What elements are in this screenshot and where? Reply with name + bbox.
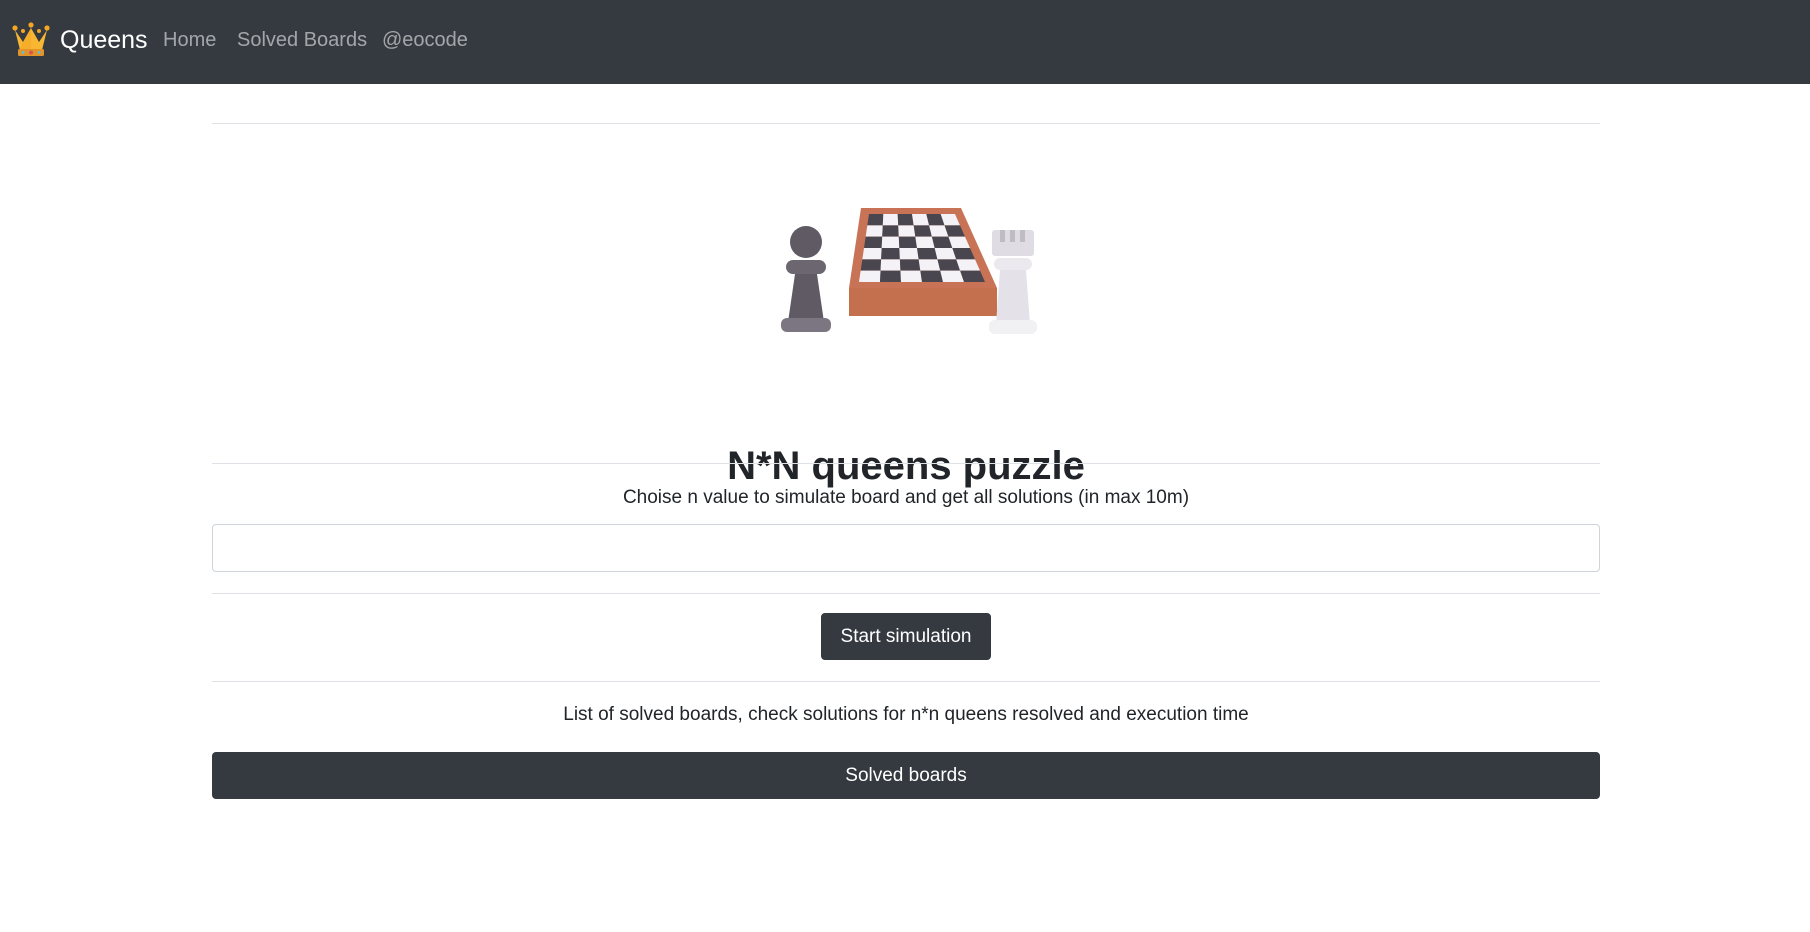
chessboard bbox=[849, 208, 997, 316]
board-square bbox=[867, 214, 884, 226]
navbar: Queens Home Solved Boards @eocode bbox=[0, 0, 1810, 84]
solved-boards-description: List of solved boards, check solutions f… bbox=[563, 704, 1249, 725]
board-square bbox=[882, 225, 899, 237]
board-square bbox=[898, 236, 917, 248]
board-square bbox=[881, 236, 900, 248]
rook-piece bbox=[989, 230, 1037, 334]
board-square bbox=[880, 259, 901, 271]
board-square bbox=[912, 214, 930, 226]
pawn-piece bbox=[781, 226, 831, 332]
board-square bbox=[864, 236, 883, 248]
nav-link-eocode[interactable]: @eocode bbox=[382, 26, 468, 54]
board-square bbox=[917, 248, 938, 260]
board-square bbox=[880, 270, 901, 282]
solved-boards-button[interactable]: Solved boards bbox=[212, 752, 1600, 799]
input-divider bbox=[212, 593, 1600, 594]
board-square bbox=[865, 225, 883, 237]
top-divider bbox=[212, 123, 1600, 124]
brand-text: Queens bbox=[60, 26, 148, 54]
n-value-instruction: Choise n value to simulate board and get… bbox=[622, 487, 1190, 508]
start-simulation-button[interactable]: Start simulation bbox=[821, 613, 991, 660]
crown-icon bbox=[12, 22, 50, 56]
board-square bbox=[899, 259, 921, 271]
board-square bbox=[862, 248, 882, 260]
chess-illustration bbox=[781, 208, 1037, 334]
board-square bbox=[860, 259, 882, 271]
board-square bbox=[897, 214, 914, 226]
board-square bbox=[899, 248, 919, 260]
board-square bbox=[940, 270, 964, 282]
board-square bbox=[915, 236, 935, 248]
nav-link-solved-boards[interactable]: Solved Boards bbox=[237, 26, 367, 54]
brand-link[interactable]: Queens bbox=[12, 20, 148, 60]
page-title: N*N queens puzzle bbox=[727, 444, 1085, 488]
main-container: N*N queens puzzle Choise n value to simu… bbox=[212, 84, 1600, 932]
board-square bbox=[900, 270, 922, 282]
board-square bbox=[859, 270, 881, 282]
board-square bbox=[898, 225, 916, 237]
board-square bbox=[913, 225, 932, 237]
board-square bbox=[882, 214, 899, 226]
button-divider bbox=[212, 681, 1600, 682]
n-value-input[interactable] bbox=[212, 524, 1600, 572]
nav-link-home[interactable]: Home bbox=[163, 26, 216, 54]
board-square bbox=[881, 248, 900, 260]
board-square bbox=[920, 270, 943, 282]
board-square bbox=[918, 259, 941, 271]
board-square bbox=[937, 259, 961, 271]
title-divider bbox=[212, 463, 1600, 464]
